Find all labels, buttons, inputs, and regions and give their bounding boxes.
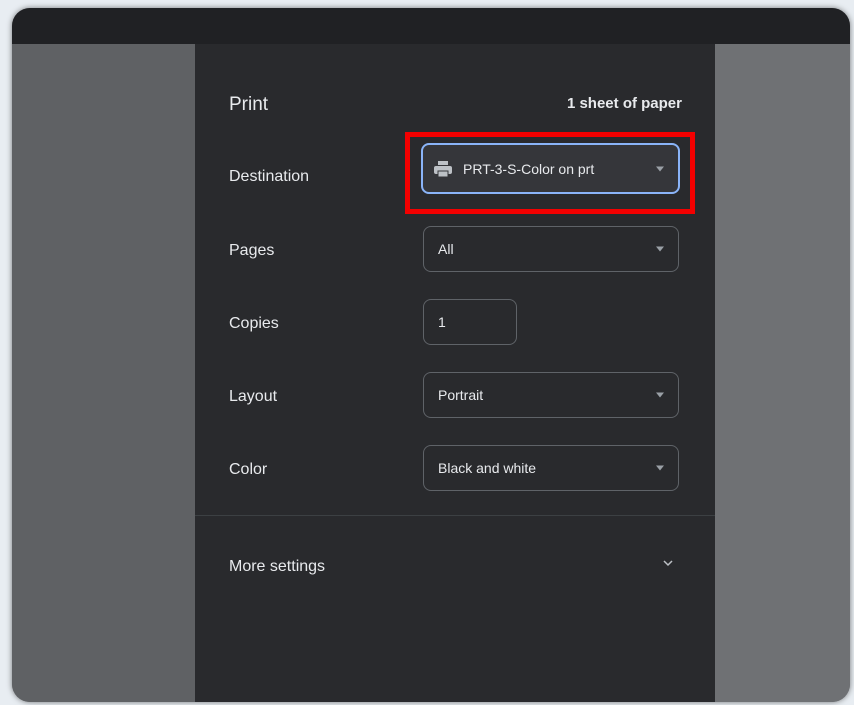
destination-value: PRT-3-S-Color on prt	[463, 160, 595, 177]
color-label: Color	[229, 461, 268, 478]
preview-right-area	[715, 44, 850, 702]
pages-value: All	[438, 241, 454, 257]
pages-label: Pages	[229, 242, 275, 259]
caret-down-icon	[656, 465, 664, 471]
caret-down-icon	[656, 166, 664, 171]
print-title: Print	[229, 94, 269, 115]
pages-select[interactable]: All	[423, 226, 679, 272]
top-bar	[12, 8, 850, 44]
destination-select[interactable]: PRT-3-S-Color on prt	[421, 143, 680, 194]
copies-label: Copies	[229, 315, 279, 332]
chevron-down-icon[interactable]	[663, 558, 673, 568]
layout-select[interactable]: Portrait	[423, 372, 679, 418]
color-value: Black and white	[438, 460, 537, 476]
more-settings-toggle[interactable]: More settings	[229, 558, 325, 576]
sheet-count: 1 sheet of paper	[566, 95, 682, 112]
destination-label: Destination	[229, 168, 310, 185]
preview-left-area	[12, 44, 195, 702]
print-settings-panel: Print 1 sheet of paper Destination PRT-3…	[195, 44, 715, 702]
copies-input[interactable]: 1	[423, 299, 517, 345]
layout-value: Portrait	[438, 387, 484, 403]
caret-down-icon	[656, 246, 664, 252]
caret-down-icon	[656, 392, 664, 398]
layout-label: Layout	[229, 388, 278, 405]
print-dialog-window: Print 1 sheet of paper Destination PRT-3…	[12, 8, 850, 702]
printer-icon	[433, 160, 453, 178]
copies-value: 1	[438, 314, 446, 330]
divider	[195, 515, 715, 516]
color-select[interactable]: Black and white	[423, 445, 679, 491]
